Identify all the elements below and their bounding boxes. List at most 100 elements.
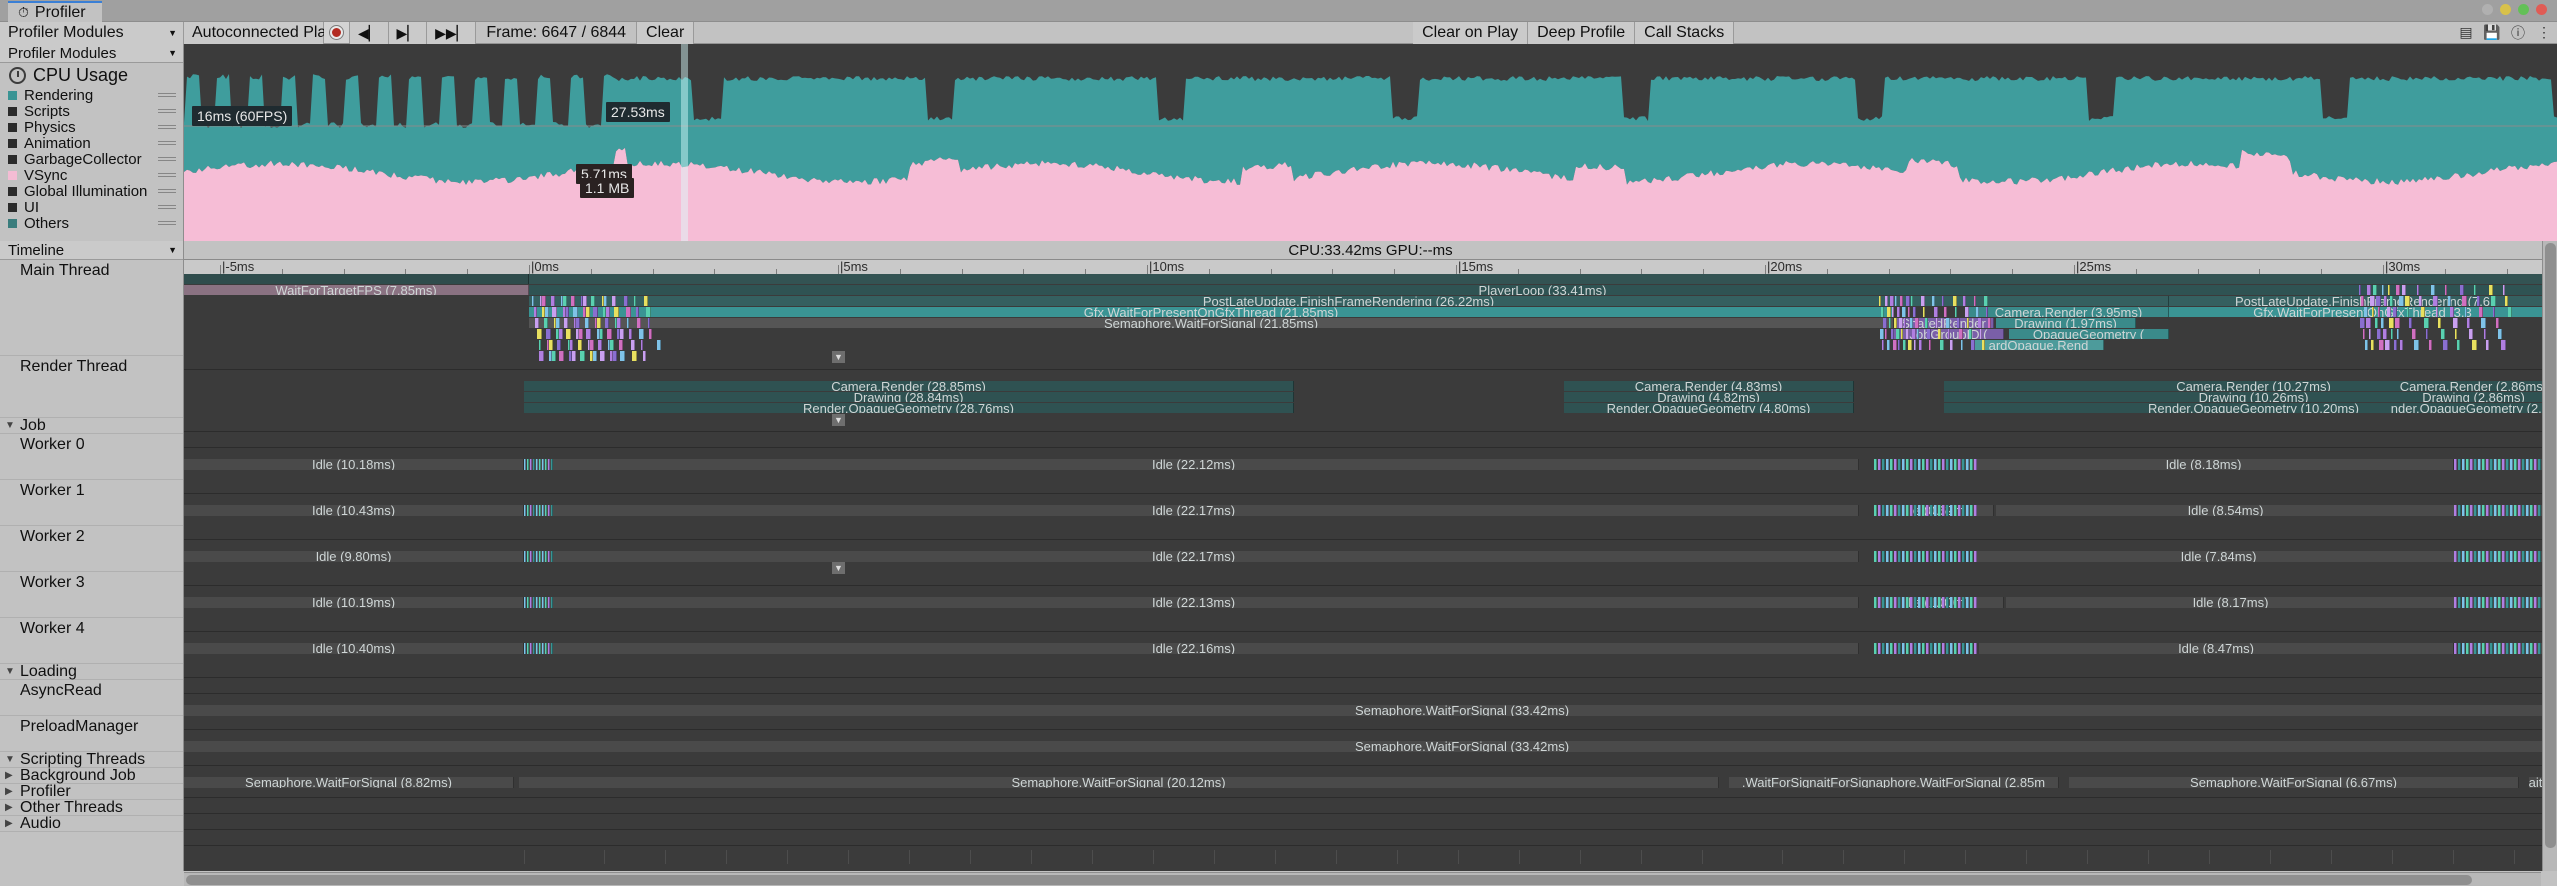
timeline-sample-micro[interactable] bbox=[2490, 505, 2493, 516]
timeline-sample-micro[interactable] bbox=[610, 351, 614, 361]
timeline-sample-micro[interactable] bbox=[2414, 340, 2420, 350]
first-frame-button[interactable]: ◀▏ bbox=[350, 22, 389, 44]
timeline-sample-micro[interactable] bbox=[1954, 459, 1957, 470]
timeline-sample-micro[interactable] bbox=[2494, 505, 2497, 516]
timeline-sample-micro[interactable] bbox=[564, 318, 569, 328]
timeline-sample-render-thread[interactable]: Camera.Render (4.83ms) bbox=[1564, 381, 1854, 391]
timeline-sample-micro[interactable] bbox=[1942, 459, 1945, 470]
timeline-sample-render-thread[interactable]: nder.OpaqueGeometry (2.85 bbox=[2364, 403, 2557, 413]
timeline-sample-worker[interactable]: Idle (9.80ms) bbox=[184, 551, 524, 562]
timeline-sample-micro[interactable] bbox=[2466, 505, 2469, 516]
timeline-sample-micro[interactable] bbox=[565, 329, 571, 339]
timeline-sample-micro[interactable] bbox=[605, 318, 609, 328]
timeline-sample-scripting[interactable]: .WaitForSignaitForSignaphore.WaitForSign… bbox=[1729, 777, 2059, 788]
timeline-sample-micro[interactable] bbox=[542, 459, 544, 470]
timeline-sample-micro[interactable] bbox=[536, 597, 538, 608]
timeline-sample-micro[interactable] bbox=[1962, 597, 1965, 608]
timeline-sample-micro[interactable] bbox=[2363, 307, 2368, 317]
timeline-sample-micro[interactable] bbox=[2518, 551, 2521, 562]
timeline-sample-micro[interactable] bbox=[2469, 329, 2474, 339]
timeline-sample-micro[interactable] bbox=[2464, 307, 2467, 317]
timeline-sample-micro[interactable] bbox=[1938, 459, 1941, 470]
timeline-sample-micro[interactable] bbox=[2459, 285, 2464, 295]
timeline-sample-audio[interactable] bbox=[848, 850, 849, 864]
timeline-sample-micro[interactable] bbox=[1882, 459, 1885, 470]
timeline-sample-micro[interactable] bbox=[1974, 597, 1977, 608]
menu-icon[interactable]: ⋮ bbox=[2531, 22, 2557, 44]
timeline-sample-micro[interactable] bbox=[2458, 643, 2461, 654]
timeline-sample-micro[interactable] bbox=[2476, 296, 2480, 306]
timeline-sample-micro[interactable] bbox=[2369, 296, 2375, 306]
timeline-sample-micro[interactable] bbox=[548, 643, 550, 654]
timeline-sample-micro[interactable] bbox=[527, 597, 529, 608]
timeline-sample-micro[interactable] bbox=[1934, 505, 1937, 516]
timeline-sample-micro[interactable] bbox=[1930, 459, 1933, 470]
timeline-sample-micro[interactable] bbox=[1882, 597, 1885, 608]
timeline-sample-micro[interactable] bbox=[2494, 643, 2497, 654]
timeline-sample-micro[interactable] bbox=[645, 307, 651, 317]
timeline-sample-micro[interactable] bbox=[2398, 296, 2404, 306]
timeline-sample-micro[interactable] bbox=[1966, 643, 1969, 654]
timeline-sample-worker[interactable]: Idle (8.54ms) bbox=[1996, 505, 2456, 516]
timeline-sample-micro[interactable] bbox=[2360, 318, 2366, 328]
timeline-sample-micro[interactable] bbox=[532, 296, 534, 306]
timeline-sample-micro[interactable] bbox=[588, 340, 590, 350]
timeline-sample-micro[interactable] bbox=[1886, 643, 1889, 654]
timeline-sample-micro[interactable] bbox=[1926, 551, 1929, 562]
timeline-sample-micro[interactable] bbox=[591, 296, 596, 306]
timeline-sample-micro[interactable] bbox=[1958, 459, 1961, 470]
timeline-sample-micro[interactable] bbox=[524, 551, 526, 562]
timeline-sample-micro[interactable] bbox=[2466, 597, 2469, 608]
timeline-sample-micro[interactable] bbox=[535, 318, 540, 328]
timeline-sample-micro[interactable] bbox=[1884, 296, 1888, 306]
timeline-sample-micro[interactable] bbox=[559, 351, 565, 361]
timeline-sample-micro[interactable] bbox=[1962, 643, 1965, 654]
timeline-sample-micro[interactable] bbox=[536, 505, 538, 516]
timeline-sample-render-thread[interactable]: Drawing (28.84ms) bbox=[524, 392, 1294, 402]
timeline-sample-micro[interactable] bbox=[1889, 296, 1894, 306]
timeline-sample-micro[interactable] bbox=[530, 505, 532, 516]
timeline-sample-micro[interactable] bbox=[2500, 340, 2506, 350]
timeline-sample-micro[interactable] bbox=[2482, 459, 2485, 470]
timeline-sample-micro[interactable] bbox=[2367, 285, 2372, 295]
timeline-sample-micro[interactable] bbox=[627, 318, 630, 328]
window-menu-dot[interactable] bbox=[2482, 4, 2493, 15]
timeline-sample-micro[interactable] bbox=[2530, 505, 2533, 516]
timeline-sample-micro[interactable] bbox=[1886, 551, 1889, 562]
expand-samples-button[interactable]: ▼ bbox=[832, 562, 845, 574]
timeline-lane-job[interactable] bbox=[184, 432, 2557, 448]
module-series-physics[interactable]: Physics bbox=[0, 119, 183, 136]
timeline-sample-micro[interactable] bbox=[2381, 285, 2384, 295]
timeline-sample-micro[interactable] bbox=[1970, 643, 1973, 654]
timeline-sample-scripting[interactable]: Semaphore.WaitForSignal (8.82ms) bbox=[184, 777, 514, 788]
timeline-sample-micro[interactable] bbox=[2522, 459, 2525, 470]
timeline-sample-worker[interactable]: Idle (10.19ms) bbox=[184, 597, 524, 608]
call-stacks-toggle[interactable]: Call Stacks bbox=[1635, 22, 1735, 44]
timeline-sample-micro[interactable] bbox=[1966, 597, 1969, 608]
timeline-sample-micro[interactable] bbox=[2391, 329, 2394, 339]
timeline-sample-micro[interactable] bbox=[1921, 296, 1925, 306]
timeline-sample-micro[interactable] bbox=[527, 551, 529, 562]
timeline-sample-micro[interactable] bbox=[536, 643, 538, 654]
timeline-sample-micro[interactable] bbox=[1882, 340, 1885, 350]
timeline-sample-micro[interactable] bbox=[539, 459, 541, 470]
timeline-sample-audio[interactable] bbox=[1580, 850, 1581, 864]
drag-handle-icon[interactable] bbox=[158, 108, 176, 114]
timeline-sample-micro[interactable] bbox=[1938, 643, 1941, 654]
timeline-sample-micro[interactable] bbox=[1954, 597, 1957, 608]
timeline-sample-micro[interactable] bbox=[2386, 307, 2391, 317]
timeline-sample-micro[interactable] bbox=[533, 643, 535, 654]
timeline-sample-micro[interactable] bbox=[647, 318, 650, 328]
timeline-sample-micro[interactable] bbox=[2518, 643, 2521, 654]
timeline-thread-worker-3[interactable]: Worker 3 bbox=[0, 572, 183, 618]
timeline-sample-micro[interactable] bbox=[611, 296, 616, 306]
timeline-sample-micro[interactable] bbox=[2454, 643, 2457, 654]
timeline-sample-micro[interactable] bbox=[1885, 329, 1888, 339]
timeline-sample-micro[interactable] bbox=[530, 551, 532, 562]
timeline-sample-micro[interactable] bbox=[1926, 459, 1929, 470]
timeline-sample-micro[interactable] bbox=[1882, 505, 1885, 516]
timeline-sample-micro[interactable] bbox=[606, 329, 612, 339]
timeline-sample-micro[interactable] bbox=[632, 351, 638, 361]
timeline-sample-micro[interactable] bbox=[524, 505, 526, 516]
timeline-sample-micro[interactable] bbox=[2534, 643, 2537, 654]
